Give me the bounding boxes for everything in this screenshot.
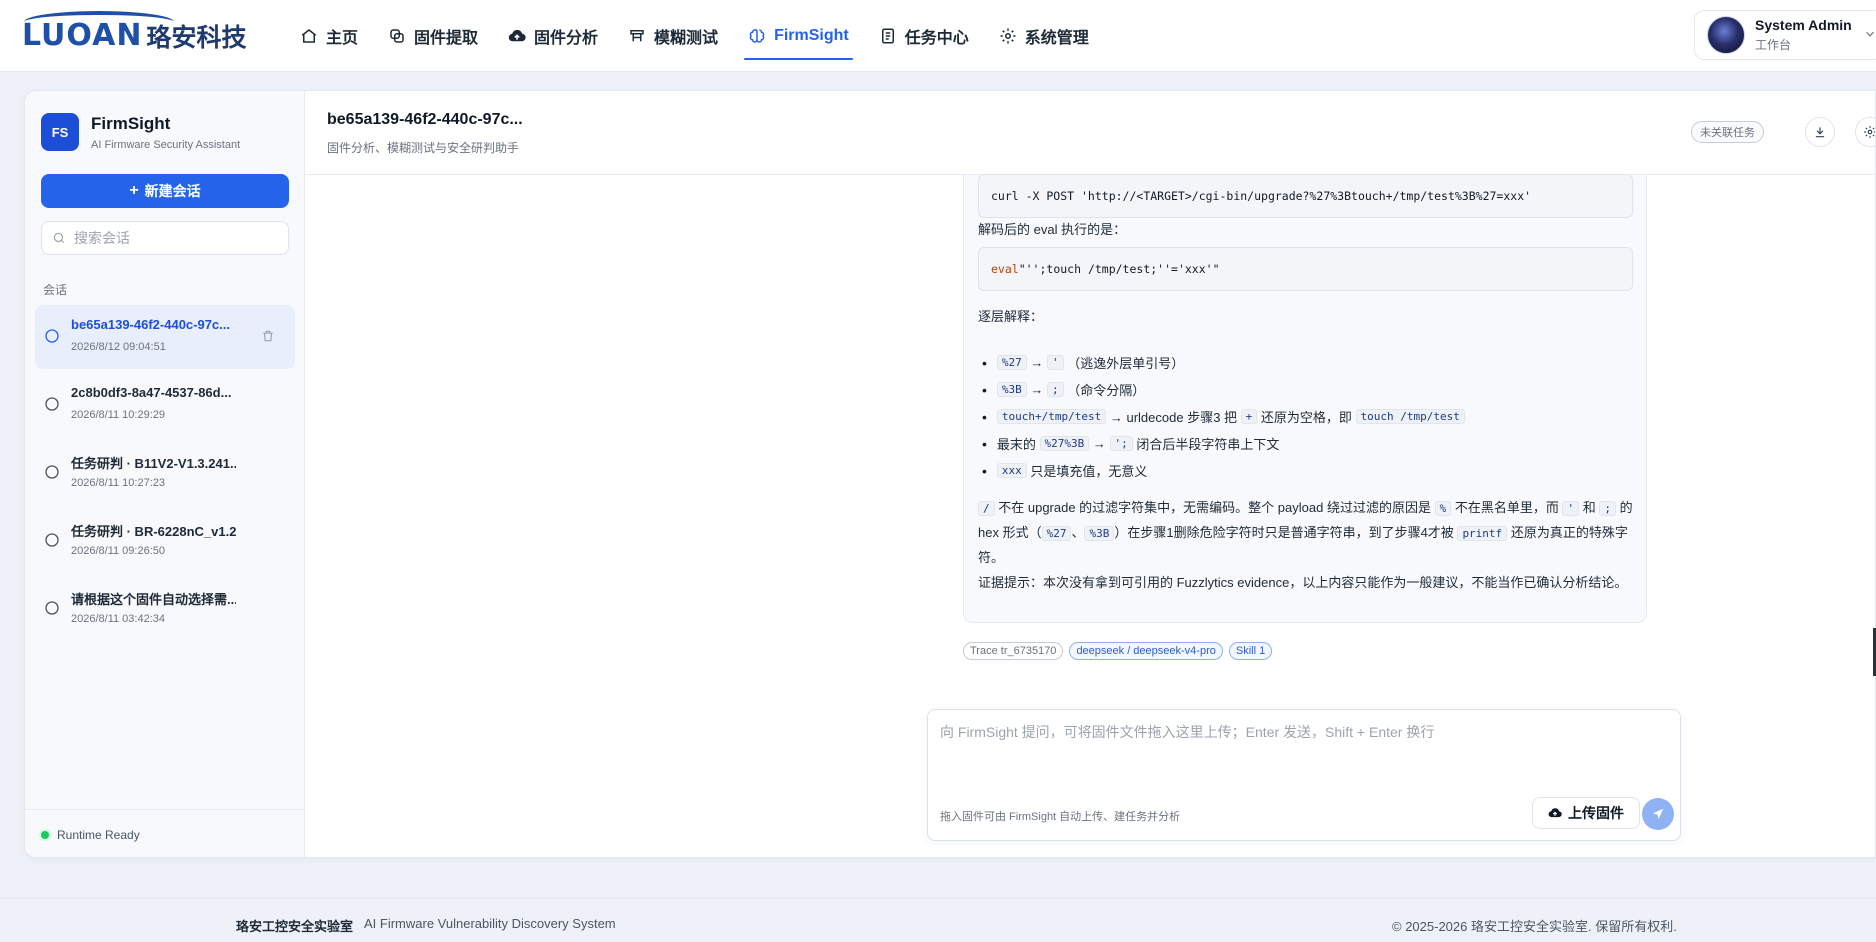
app-name: FirmSight bbox=[91, 113, 171, 133]
conversation-title: be65a139-46f2-440c-97c... bbox=[71, 317, 231, 332]
nav-item-system-admin[interactable]: 系统管理 bbox=[999, 0, 1089, 72]
app-badge: FS bbox=[41, 113, 79, 151]
list-item[interactable]: be65a139-46f2-440c-97c... 2026/8/12 09:0… bbox=[35, 305, 295, 369]
settings-button[interactable] bbox=[1855, 117, 1875, 147]
status-dot bbox=[41, 830, 49, 839]
list-item: %27 → ' （逃逸外层单引号） bbox=[978, 349, 1638, 376]
cloud-upload-icon bbox=[1548, 808, 1562, 818]
assistant-message: curl -X POST 'http://<TARGET>/cgi-bin/up… bbox=[963, 174, 1647, 623]
nav-item-firmsight[interactable]: FirmSight bbox=[744, 0, 853, 72]
list-item[interactable]: 2c8b0df3-8a47-4537-86d... 2026/8/11 10:2… bbox=[35, 373, 295, 437]
main-nav: 主页 固件提取 固件分析 模糊测试 FirmSight 任务中心 系统管理 bbox=[300, 0, 1119, 72]
company-logo[interactable]: LUOAN 珞安科技 bbox=[22, 11, 272, 58]
conversation-time: 2026/8/11 03:42:34 bbox=[71, 613, 165, 625]
message-composer: 拖入固件可由 FirmSight 自动上传、建任务并分析 上传固件 bbox=[927, 709, 1681, 841]
gear-icon bbox=[1864, 126, 1875, 138]
fuzz-icon bbox=[630, 30, 644, 42]
cloud-icon bbox=[508, 29, 526, 42]
chat-bubble-icon bbox=[45, 465, 59, 479]
trash-icon[interactable] bbox=[261, 329, 275, 343]
step-intro-text: 逐层解释： bbox=[978, 309, 1044, 324]
conversation-title: 任务研判 · B11V2-V1.3.241... bbox=[71, 456, 236, 471]
conversation-time: 2026/8/11 10:27:23 bbox=[71, 477, 165, 489]
message-input[interactable] bbox=[940, 722, 1670, 782]
new-chat-button[interactable]: + 新建会话 bbox=[41, 174, 289, 208]
conversation-list: be65a139-46f2-440c-97c... 2026/8/12 09:0… bbox=[35, 305, 295, 645]
skill-tag[interactable]: Skill 1 bbox=[1228, 642, 1273, 660]
nav-item-task-center[interactable]: 任务中心 bbox=[879, 0, 969, 72]
chat-bubble-icon bbox=[45, 533, 59, 547]
search-input[interactable] bbox=[74, 230, 274, 246]
section-label: 会话 bbox=[43, 283, 68, 297]
footer-copyright: © 2025-2026 珞安工控安全实验室. 保留所有权利. bbox=[1392, 919, 1677, 934]
user-role: 工作台 bbox=[1755, 38, 1792, 52]
main-card: FS FirmSight AI Firmware Security Assist… bbox=[24, 90, 1876, 858]
conversation-title: 任务研判 · BR-6228nC_v1.2... bbox=[71, 524, 236, 539]
chat-header: be65a139-46f2-440c-97c... 固件分析、模糊测试与安全研判… bbox=[305, 91, 1875, 175]
plus-icon: + bbox=[129, 182, 139, 199]
curl-code-block[interactable]: curl -X POST 'http://<TARGET>/cgi-bin/up… bbox=[978, 174, 1633, 218]
runtime-status-label: Runtime Ready bbox=[57, 827, 140, 842]
chat-bubble-icon bbox=[45, 601, 59, 615]
list-item: %3B → ; （命令分隔） bbox=[978, 376, 1638, 403]
brain-icon bbox=[749, 29, 765, 43]
list-item: touch+/tmp/test → urldecode 步骤3 把 + 还原为空… bbox=[978, 403, 1638, 430]
download-icon bbox=[1815, 127, 1825, 138]
send-icon bbox=[1652, 808, 1664, 820]
page-footer: 珞安工控安全实验室 AI Firmware Vulnerability Disc… bbox=[0, 898, 1876, 942]
list-item: xxx 只是填充值，无意义 bbox=[978, 457, 1638, 484]
extract-icon bbox=[390, 29, 404, 43]
conversation-time: 2026/8/12 09:04:51 bbox=[71, 341, 166, 353]
message-meta-tags: Trace tr_6735170 deepseek / deepseek-v4-… bbox=[963, 642, 1273, 660]
conversation-sidebar: FS FirmSight AI Firmware Security Assist… bbox=[25, 91, 305, 857]
logo-wordmark: LUOAN bbox=[22, 11, 174, 51]
eval-intro-text: 解码后的 eval 执行的是： bbox=[978, 222, 1127, 237]
list-item[interactable]: 任务研判 · B11V2-V1.3.241... 2026/8/11 10:27… bbox=[35, 441, 295, 505]
gear-icon bbox=[1000, 28, 1016, 44]
list-item[interactable]: 请根据这个固件自动选择需... 2026/8/11 03:42:34 bbox=[35, 577, 295, 641]
conversation-title: 2c8b0df3-8a47-4537-86d... bbox=[71, 385, 232, 400]
logo-arc bbox=[24, 11, 174, 33]
chat-bubble-icon bbox=[45, 397, 59, 411]
trace-tag[interactable]: Trace tr_6735170 bbox=[963, 642, 1064, 660]
conversation-time: 2026/8/11 09:26:50 bbox=[71, 545, 165, 557]
runtime-status: Runtime Ready bbox=[25, 809, 305, 857]
nav-item-home[interactable]: 主页 bbox=[300, 0, 358, 72]
top-navigation-bar: LUOAN 珞安科技 主页 固件提取 固件分析 模糊测试 FirmSight 任… bbox=[0, 0, 1876, 72]
evidence-note: 证据提示：本次没有拿到可引用的 Fuzzlytics evidence，以上内容… bbox=[978, 575, 1628, 590]
page-title: be65a139-46f2-440c-97c... bbox=[327, 111, 523, 128]
nav-item-firmware-extract[interactable]: 固件提取 bbox=[388, 0, 478, 72]
explanation-list: %27 → ' （逃逸外层单引号） %3B → ; （命令分隔） touch+/… bbox=[978, 349, 1638, 484]
composer-hint: 拖入固件可由 FirmSight 自动上传、建任务并分析 bbox=[940, 811, 1181, 823]
nav-item-firmware-analysis[interactable]: 固件分析 bbox=[508, 0, 598, 72]
conversation-search bbox=[41, 221, 289, 255]
search-icon bbox=[53, 232, 65, 244]
chevron-down-icon bbox=[1866, 31, 1874, 37]
app-brand: FS FirmSight AI Firmware Security Assist… bbox=[41, 113, 240, 151]
app-subtitle: AI Firmware Security Assistant bbox=[91, 138, 241, 151]
eval-code-block[interactable]: eval "'';touch /tmp/test;''='xxx'" bbox=[978, 247, 1633, 291]
chat-bubble-icon bbox=[45, 329, 59, 343]
footer-org: 珞安工控安全实验室 bbox=[236, 919, 354, 934]
conversation-title: 请根据这个固件自动选择需... bbox=[71, 592, 236, 607]
upload-firmware-button[interactable]: 上传固件 bbox=[1532, 797, 1640, 829]
send-button[interactable] bbox=[1642, 798, 1674, 830]
home-icon bbox=[301, 29, 317, 43]
user-name: System Admin bbox=[1755, 17, 1852, 33]
page-subtitle: 固件分析、模糊测试与安全研判助手 bbox=[327, 141, 520, 155]
avatar bbox=[1707, 16, 1745, 54]
unlinked-task-badge[interactable]: 未关联任务 bbox=[1691, 121, 1764, 143]
list-item[interactable]: 任务研判 · BR-6228nC_v1.2... 2026/8/11 09:26… bbox=[35, 509, 295, 573]
user-menu[interactable]: System Admin 工作台 bbox=[1694, 10, 1876, 60]
list-item: 最末的 %27%3B → '; 闭合后半段字符串上下文 bbox=[978, 430, 1638, 457]
bypass-explanation: / 不在 upgrade 的过滤字符集中，无需编码。整个 payload 绕过过… bbox=[978, 500, 1633, 565]
chat-panel: be65a139-46f2-440c-97c... 固件分析、模糊测试与安全研判… bbox=[305, 91, 1875, 857]
conversation-time: 2026/8/11 10:29:29 bbox=[71, 409, 165, 421]
model-tag[interactable]: deepseek / deepseek-v4-pro bbox=[1069, 642, 1223, 660]
document-icon bbox=[881, 28, 894, 44]
download-button[interactable] bbox=[1805, 117, 1835, 147]
footer-system-name: AI Firmware Vulnerability Discovery Syst… bbox=[364, 916, 616, 931]
nav-item-fuzz-testing[interactable]: 模糊测试 bbox=[628, 0, 718, 72]
